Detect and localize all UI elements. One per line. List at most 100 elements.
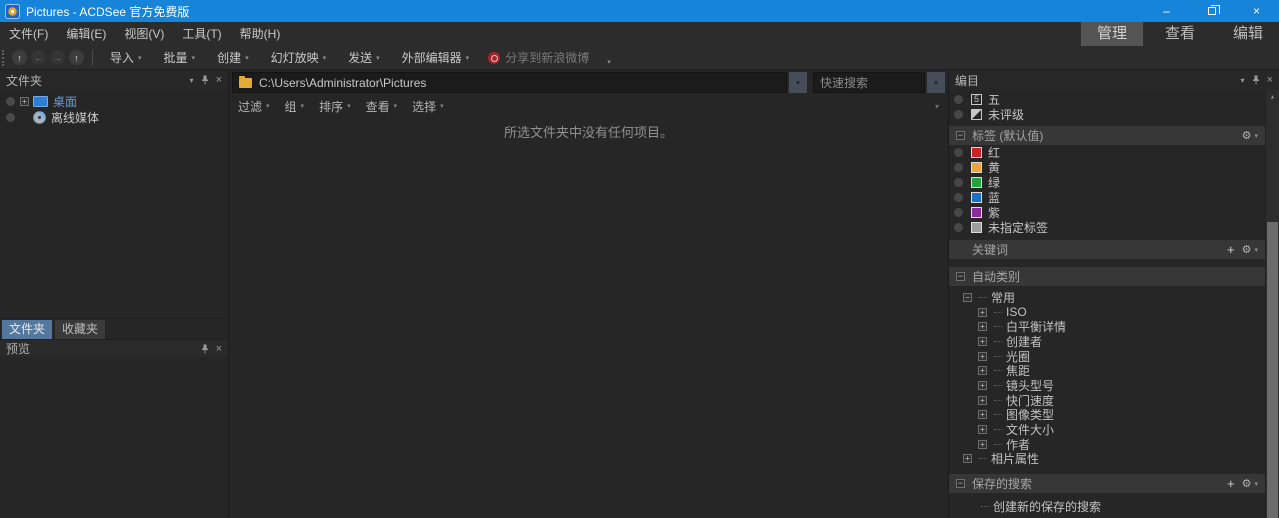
collapse-icon[interactable]: − <box>963 292 972 302</box>
file-list-body[interactable]: 所选文件夹中没有任何项目。 <box>229 117 948 518</box>
auto-category-author[interactable]: + 作者 <box>949 437 1265 452</box>
auto-category-photo-properties[interactable]: + 相片属性 <box>949 452 1265 466</box>
share-weibo-button[interactable]: 分享到新浪微博 <box>480 46 597 70</box>
quick-select-bullet[interactable] <box>954 163 963 172</box>
auto-category-creator[interactable]: + 创建者 <box>949 334 1265 349</box>
quick-select-bullet[interactable] <box>6 112 15 122</box>
keywords-section-header[interactable]: 关键词 + ⚙ ▾ <box>949 240 1265 259</box>
expand-icon[interactable]: + <box>978 322 987 332</box>
expand-icon[interactable]: + <box>978 336 987 346</box>
catalog-scrollbar[interactable]: ▲ <box>1265 90 1279 518</box>
add-icon[interactable]: + <box>1227 242 1235 257</box>
collapse-icon[interactable]: − <box>956 131 965 140</box>
toolbar-overflow-icon[interactable]: ▾ <box>607 58 611 69</box>
auto-category-white-balance[interactable]: + 白平衡详情 <box>949 319 1265 334</box>
gear-icon[interactable]: ⚙ <box>1242 477 1252 490</box>
tab-folders[interactable]: 文件夹 <box>2 320 53 339</box>
expand-icon[interactable]: + <box>963 454 972 464</box>
close-icon[interactable]: × <box>216 343 222 355</box>
menu-edit[interactable]: 编辑(E) <box>57 22 115 46</box>
expand-icon[interactable]: + <box>978 410 987 420</box>
filterbar-overflow-icon[interactable]: ▾ <box>935 102 939 111</box>
auto-category-shutter-speed[interactable]: + 快门速度 <box>949 393 1265 408</box>
close-button[interactable]: × <box>1234 0 1279 22</box>
mode-tab-view[interactable]: 查看 <box>1149 22 1211 46</box>
quick-select-bullet[interactable] <box>954 223 963 232</box>
labels-section-header[interactable]: − 标签 (默认值) ⚙ ▾ <box>949 126 1265 145</box>
search-dropdown-button[interactable]: ▾ <box>927 72 945 93</box>
expand-icon[interactable]: + <box>978 395 987 405</box>
pin-icon[interactable] <box>1252 75 1260 85</box>
scroll-up-icon[interactable]: ▲ <box>1267 92 1277 104</box>
restore-button[interactable] <box>1189 0 1234 22</box>
mode-tab-manage[interactable]: 管理 <box>1081 22 1143 46</box>
gear-icon[interactable]: ⚙ <box>1242 129 1252 142</box>
auto-category-focal-length[interactable]: + 焦距 <box>949 363 1265 378</box>
expand-icon[interactable]: + <box>978 351 987 361</box>
mode-tab-edit[interactable]: 编辑 <box>1217 22 1279 46</box>
filter-button[interactable]: 过滤 ▾ <box>238 98 270 115</box>
group-button[interactable]: 组 ▾ <box>285 98 305 115</box>
tag-item-purple[interactable]: 紫 <box>949 205 1265 220</box>
saved-searches-section-header[interactable]: − 保存的搜索 + ⚙ ▾ <box>949 474 1265 494</box>
expand-icon[interactable]: + <box>978 366 987 376</box>
expand-icon[interactable]: + <box>978 380 987 390</box>
quick-select-bullet[interactable] <box>954 193 963 202</box>
auto-category-iso[interactable]: + ISO <box>949 305 1265 320</box>
quick-select-bullet[interactable] <box>954 148 963 157</box>
tag-item-untagged[interactable]: 未指定标签 <box>949 220 1265 235</box>
folder-item-offline-media[interactable]: 离线媒体 <box>0 109 228 125</box>
auto-category-image-type[interactable]: + 图像类型 <box>949 408 1265 422</box>
auto-categories-section-header[interactable]: − 自动类别 <box>949 267 1265 286</box>
tab-favorites[interactable]: 收藏夹 <box>55 320 106 339</box>
auto-category-file-size[interactable]: + 文件大小 <box>949 422 1265 437</box>
pin-icon[interactable] <box>201 75 209 85</box>
nav-previous-button[interactable]: ← <box>31 50 46 65</box>
import-button[interactable]: 导入 ▾ <box>99 46 153 70</box>
add-icon[interactable]: + <box>1227 476 1235 491</box>
tag-item-yellow[interactable]: 黄 <box>949 160 1265 175</box>
auto-category-lens-model[interactable]: + 镜头型号 <box>949 378 1265 393</box>
select-button[interactable]: 选择 ▾ <box>412 98 444 115</box>
expand-icon[interactable]: + <box>20 96 29 106</box>
close-icon[interactable]: × <box>1267 74 1273 86</box>
view-button[interactable]: 查看 ▾ <box>366 98 398 115</box>
expand-icon[interactable]: + <box>978 425 987 435</box>
collapse-icon[interactable]: − <box>956 479 965 489</box>
nav-forward-button[interactable]: → <box>50 50 65 65</box>
sort-button[interactable]: 排序 ▾ <box>319 98 351 115</box>
create-button[interactable]: 创建 ▾ <box>206 46 260 70</box>
tag-item-blue[interactable]: 蓝 <box>949 190 1265 205</box>
quick-select-bullet[interactable] <box>954 95 963 104</box>
expand-icon[interactable]: + <box>978 439 987 449</box>
rating-item-unrated[interactable]: 未评级 <box>949 107 1265 122</box>
panel-menu-icon[interactable]: ▾ <box>190 76 194 85</box>
tag-item-red[interactable]: 红 <box>949 145 1265 160</box>
collapse-icon[interactable]: − <box>956 272 965 281</box>
quick-search-input[interactable] <box>813 72 925 93</box>
quick-select-bullet[interactable] <box>954 208 963 217</box>
folder-item-desktop[interactable]: + 桌面 <box>0 93 228 109</box>
external-editor-button[interactable]: 外部编辑器 ▾ <box>391 46 481 70</box>
panel-menu-icon[interactable]: ▾ <box>1241 76 1245 85</box>
toolbar-grip[interactable] <box>2 49 6 66</box>
scrollbar-thumb[interactable] <box>1267 222 1278 518</box>
menu-file[interactable]: 文件(F) <box>0 22 57 46</box>
close-icon[interactable]: × <box>216 74 222 86</box>
nav-back-button[interactable]: ↑ <box>12 50 27 65</box>
gear-icon[interactable]: ⚙ <box>1242 243 1252 256</box>
send-button[interactable]: 发送 ▾ <box>337 46 391 70</box>
tag-item-green[interactable]: 绿 <box>949 175 1265 190</box>
quick-select-bullet[interactable] <box>6 96 15 106</box>
create-saved-search-item[interactable]: 创建新的保存的搜索 <box>949 499 1265 514</box>
pin-icon[interactable] <box>201 344 209 354</box>
path-dropdown-button[interactable]: ▾ <box>789 72 807 93</box>
expand-icon[interactable]: + <box>978 307 987 317</box>
menu-view[interactable]: 视图(V) <box>115 22 173 46</box>
auto-category-common[interactable]: − 常用 <box>949 290 1265 305</box>
quick-select-bullet[interactable] <box>954 110 963 119</box>
menu-tools[interactable]: 工具(T) <box>173 22 230 46</box>
nav-up-button[interactable]: ↑ <box>69 50 84 65</box>
path-field[interactable]: C:\Users\Administrator\Pictures <box>232 72 787 93</box>
rating-item-five[interactable]: 5 五 <box>949 92 1265 107</box>
